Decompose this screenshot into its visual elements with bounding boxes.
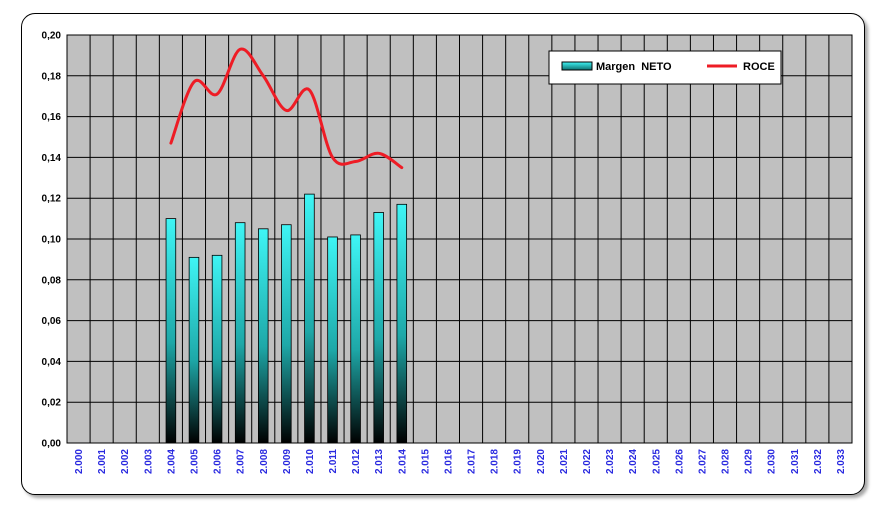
x-tick-label: 2.002 bbox=[120, 449, 131, 474]
x-tick-label: 2.022 bbox=[582, 449, 593, 474]
y-tick-label: 0,00 bbox=[42, 439, 62, 450]
y-tick-label: 0,20 bbox=[42, 31, 62, 42]
x-tick-label: 2.018 bbox=[490, 449, 501, 474]
x-tick-label: 2.010 bbox=[305, 449, 316, 474]
x-tick-label: 2.013 bbox=[374, 449, 385, 474]
x-tick-label: 2.008 bbox=[259, 449, 270, 474]
x-tick-label: 2.024 bbox=[628, 449, 639, 474]
x-tick-label: 2.032 bbox=[813, 449, 824, 474]
y-tick-label: 0,12 bbox=[42, 194, 62, 205]
x-tick-label: 2.016 bbox=[443, 449, 454, 474]
bar-margen-neto-2.006 bbox=[211, 254, 223, 444]
x-tick-label: 2.031 bbox=[790, 449, 801, 474]
y-tick-label: 0,10 bbox=[42, 235, 62, 246]
bar-margen-neto-2.014 bbox=[396, 203, 408, 444]
x-tick-label: 2.033 bbox=[836, 449, 847, 474]
x-tick-label: 2.006 bbox=[213, 449, 224, 474]
legend-label-margen-neto: Margen NETO bbox=[596, 61, 672, 73]
legend-swatch-bar bbox=[561, 61, 593, 71]
bar-margen-neto-2.005 bbox=[188, 256, 200, 444]
x-tick-label: 2.005 bbox=[189, 449, 200, 474]
x-tick-label: 2.015 bbox=[420, 449, 431, 474]
legend: Margen NETO ROCE bbox=[548, 50, 782, 85]
y-tick-label: 0,02 bbox=[42, 398, 62, 409]
bar-margen-neto-2.012 bbox=[350, 234, 361, 444]
y-tick-label: 0,06 bbox=[42, 316, 62, 327]
x-tick-label: 2.030 bbox=[767, 449, 778, 474]
bar-margen-neto-2.011 bbox=[327, 236, 338, 444]
y-tick-label: 0,14 bbox=[42, 153, 62, 164]
bar-margen-neto-2.004 bbox=[165, 218, 177, 444]
y-tick-label: 0,16 bbox=[42, 112, 62, 123]
x-tick-label: 2.004 bbox=[166, 449, 177, 474]
x-tick-label: 2.000 bbox=[74, 449, 85, 474]
x-tick-label: 2.009 bbox=[282, 449, 293, 474]
chart-frame: 0,00 0,02 0,04 0,06 0,08 0,10 0,12 0,14 0,16 0,18… bbox=[21, 13, 865, 495]
x-tick-label: 2.021 bbox=[559, 449, 570, 474]
x-tick-label: 2.020 bbox=[536, 449, 547, 474]
x-tick-label: 2.012 bbox=[351, 449, 362, 474]
y-tick-label: 0,04 bbox=[42, 357, 62, 368]
x-axis-ticks: 2.000 2.001 2.002 2.003 2.004 2.005 2.006 2.007… bbox=[74, 449, 847, 474]
bar-margen-neto-2.009 bbox=[281, 224, 292, 444]
x-tick-label: 2.028 bbox=[721, 449, 732, 474]
bar-margen-neto-2.007 bbox=[234, 222, 246, 444]
bar-margen-neto-2.010 bbox=[304, 193, 315, 444]
x-tick-label: 2.019 bbox=[513, 449, 524, 474]
y-tick-label: 0,08 bbox=[42, 275, 62, 286]
legend-label-roce: ROCE bbox=[743, 61, 775, 73]
y-axis-ticks: 0,00 0,02 0,04 0,06 0,08 0,10 0,12 0,14 0,16 0,18… bbox=[42, 31, 62, 450]
x-tick-label: 2.014 bbox=[397, 449, 408, 474]
x-tick-label: 2.025 bbox=[651, 449, 662, 474]
bar-margen-neto-2.013 bbox=[373, 212, 384, 444]
x-tick-label: 2.023 bbox=[605, 449, 616, 474]
x-tick-label: 2.017 bbox=[467, 449, 478, 474]
x-tick-label: 2.026 bbox=[674, 449, 685, 474]
x-tick-label: 2.029 bbox=[744, 449, 755, 474]
chart-svg: 0,00 0,02 0,04 0,06 0,08 0,10 0,12 0,14 0,16 0,18… bbox=[42, 31, 853, 474]
y-tick-label: 0,18 bbox=[42, 71, 62, 82]
x-tick-label: 2.011 bbox=[328, 449, 339, 474]
bar-margen-neto-2.008 bbox=[258, 228, 269, 444]
x-tick-label: 2.001 bbox=[97, 449, 108, 474]
x-tick-label: 2.027 bbox=[697, 449, 708, 474]
x-tick-label: 2.003 bbox=[143, 449, 154, 474]
x-tick-label: 2.007 bbox=[236, 449, 247, 474]
